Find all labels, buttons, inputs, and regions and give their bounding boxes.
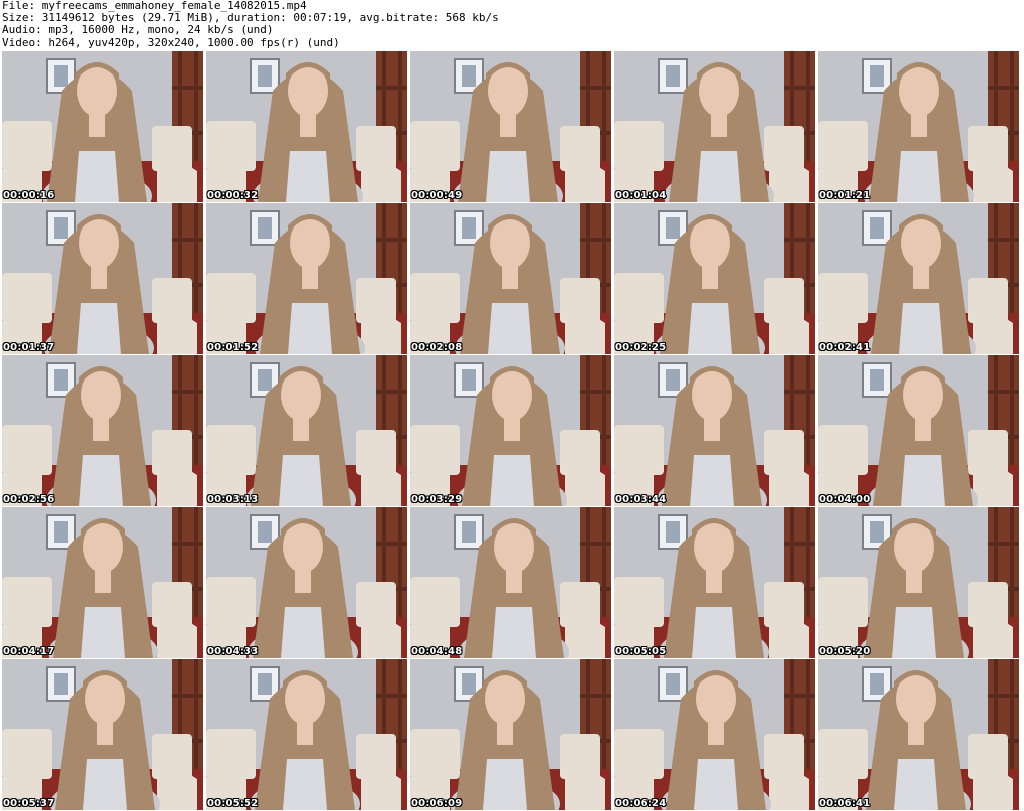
- thumbnail-grid: 00:00:16 00:00:32 00:00:49 00:01:04 00:0…: [2, 51, 1022, 811]
- frame-timestamp: 00:02:56: [3, 494, 55, 505]
- frame-timestamp: 00:03:13: [207, 494, 259, 505]
- video-frame-thumbnail: 00:06:09: [410, 659, 611, 810]
- video-frame-thumbnail: 00:01:21: [818, 51, 1019, 202]
- frame-image: [614, 507, 815, 658]
- video-frame-thumbnail: 00:01:52: [206, 203, 407, 354]
- frame-image: [410, 659, 611, 810]
- frame-image: [614, 355, 815, 506]
- frame-timestamp: 00:00:32: [207, 190, 259, 201]
- frame-image: [2, 51, 203, 202]
- frame-timestamp: 00:05:37: [3, 798, 55, 809]
- video-info-line: Video: h264, yuv420p, 320x240, 1000.00 f…: [2, 35, 340, 49]
- frame-timestamp: 00:05:20: [819, 646, 871, 657]
- video-frame-thumbnail: 00:06:24: [614, 659, 815, 810]
- frame-image: [206, 507, 407, 658]
- video-frame-thumbnail: 00:02:25: [614, 203, 815, 354]
- video-frame-thumbnail: 00:01:04: [614, 51, 815, 202]
- frame-image: [818, 355, 1019, 506]
- video-frame-thumbnail: 00:06:41: [818, 659, 1019, 810]
- frame-timestamp: 00:04:33: [207, 646, 259, 657]
- frame-timestamp: 00:02:08: [411, 342, 463, 353]
- frame-image: [206, 355, 407, 506]
- frame-image: [410, 51, 611, 202]
- frame-timestamp: 00:02:25: [615, 342, 667, 353]
- video-frame-thumbnail: 00:02:08: [410, 203, 611, 354]
- frame-image: [614, 203, 815, 354]
- video-frame-thumbnail: 00:03:29: [410, 355, 611, 506]
- frame-timestamp: 00:01:04: [615, 190, 667, 201]
- video-frame-thumbnail: 00:04:33: [206, 507, 407, 658]
- frame-image: [818, 507, 1019, 658]
- frame-image: [410, 203, 611, 354]
- video-frame-thumbnail: 00:02:41: [818, 203, 1019, 354]
- frame-image: [2, 507, 203, 658]
- video-frame-thumbnail: 00:03:13: [206, 355, 407, 506]
- video-frame-thumbnail: 00:01:37: [2, 203, 203, 354]
- frame-timestamp: 00:01:37: [3, 342, 55, 353]
- frame-timestamp: 00:01:52: [207, 342, 259, 353]
- video-frame-thumbnail: 00:04:17: [2, 507, 203, 658]
- video-frame-thumbnail: 00:00:32: [206, 51, 407, 202]
- video-frame-thumbnail: 00:04:00: [818, 355, 1019, 506]
- video-frame-thumbnail: 00:03:44: [614, 355, 815, 506]
- video-frame-thumbnail: 00:02:56: [2, 355, 203, 506]
- frame-timestamp: 00:06:09: [411, 798, 463, 809]
- frame-timestamp: 00:04:17: [3, 646, 55, 657]
- frame-image: [818, 659, 1019, 810]
- frame-timestamp: 00:05:52: [207, 798, 259, 809]
- frame-timestamp: 00:06:41: [819, 798, 871, 809]
- video-frame-thumbnail: 00:00:49: [410, 51, 611, 202]
- frame-timestamp: 00:03:44: [615, 494, 667, 505]
- frame-timestamp: 00:04:00: [819, 494, 871, 505]
- frame-image: [410, 355, 611, 506]
- audio-info-line: Audio: mp3, 16000 Hz, mono, 24 kb/s (und…: [2, 23, 274, 37]
- video-frame-thumbnail: 00:05:05: [614, 507, 815, 658]
- frame-image: [614, 51, 815, 202]
- frame-timestamp: 00:00:16: [3, 190, 55, 201]
- frame-image: [206, 203, 407, 354]
- frame-image: [2, 203, 203, 354]
- file-info-header: File: myfreecams_emmahoney_female_140820…: [2, 0, 499, 49]
- frame-timestamp: 00:03:29: [411, 494, 463, 505]
- frame-timestamp: 00:06:24: [615, 798, 667, 809]
- frame-image: [206, 659, 407, 810]
- video-frame-thumbnail: 00:05:37: [2, 659, 203, 810]
- frame-timestamp: 00:05:05: [615, 646, 667, 657]
- frame-timestamp: 00:04:48: [411, 646, 463, 657]
- frame-timestamp: 00:01:21: [819, 190, 871, 201]
- video-frame-thumbnail: 00:05:20: [818, 507, 1019, 658]
- video-frame-thumbnail: 00:04:48: [410, 507, 611, 658]
- video-frame-thumbnail: 00:00:16: [2, 51, 203, 202]
- frame-image: [2, 659, 203, 810]
- frame-timestamp: 00:02:41: [819, 342, 871, 353]
- frame-image: [206, 51, 407, 202]
- frame-image: [818, 203, 1019, 354]
- frame-timestamp: 00:00:49: [411, 190, 463, 201]
- video-frame-thumbnail: 00:05:52: [206, 659, 407, 810]
- frame-image: [614, 659, 815, 810]
- frame-image: [410, 507, 611, 658]
- frame-image: [818, 51, 1019, 202]
- frame-image: [2, 355, 203, 506]
